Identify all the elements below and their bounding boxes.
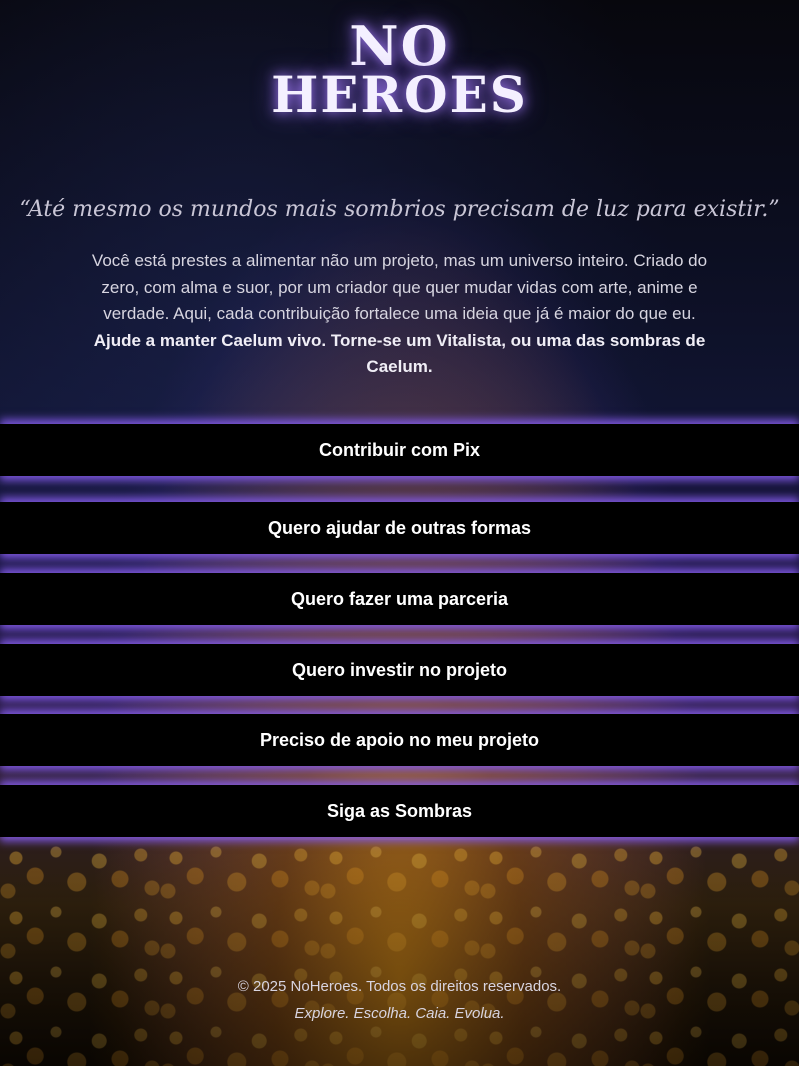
hero-intro: Você está prestes a alimentar não um pro… (80, 248, 719, 381)
noheroes-logo: NO HEROES (0, 19, 799, 124)
hero-cta-text: Ajude a manter Caelum vivo. Torne-se um … (93, 330, 706, 377)
follow-shadows-button[interactable]: Siga as Sombras (0, 785, 799, 837)
logo-line-2: HEROES (271, 64, 528, 124)
partnership-button[interactable]: Quero fazer uma parceria (0, 573, 799, 625)
project-support-button[interactable]: Preciso de apoio no meu projeto (0, 714, 799, 766)
hero-quote: “Até mesmo os mundos mais sombrios preci… (19, 197, 780, 222)
other-help-button[interactable]: Quero ajudar de outras formas (0, 502, 799, 554)
footer-tagline: Explore. Escolha. Caia. Evolua. (294, 1005, 505, 1022)
hero-body-text: Você está prestes a alimentar não um pro… (91, 251, 708, 323)
background-shade (0, 840, 799, 1066)
footer: © 2025 NoHeroes. Todos os direitos reser… (0, 978, 799, 1022)
invest-button[interactable]: Quero investir no projeto (0, 644, 799, 696)
footer-copyright: © 2025 NoHeroes. Todos os direitos reser… (237, 978, 562, 995)
pix-contribution-button[interactable]: Contribuir com Pix (0, 424, 799, 476)
